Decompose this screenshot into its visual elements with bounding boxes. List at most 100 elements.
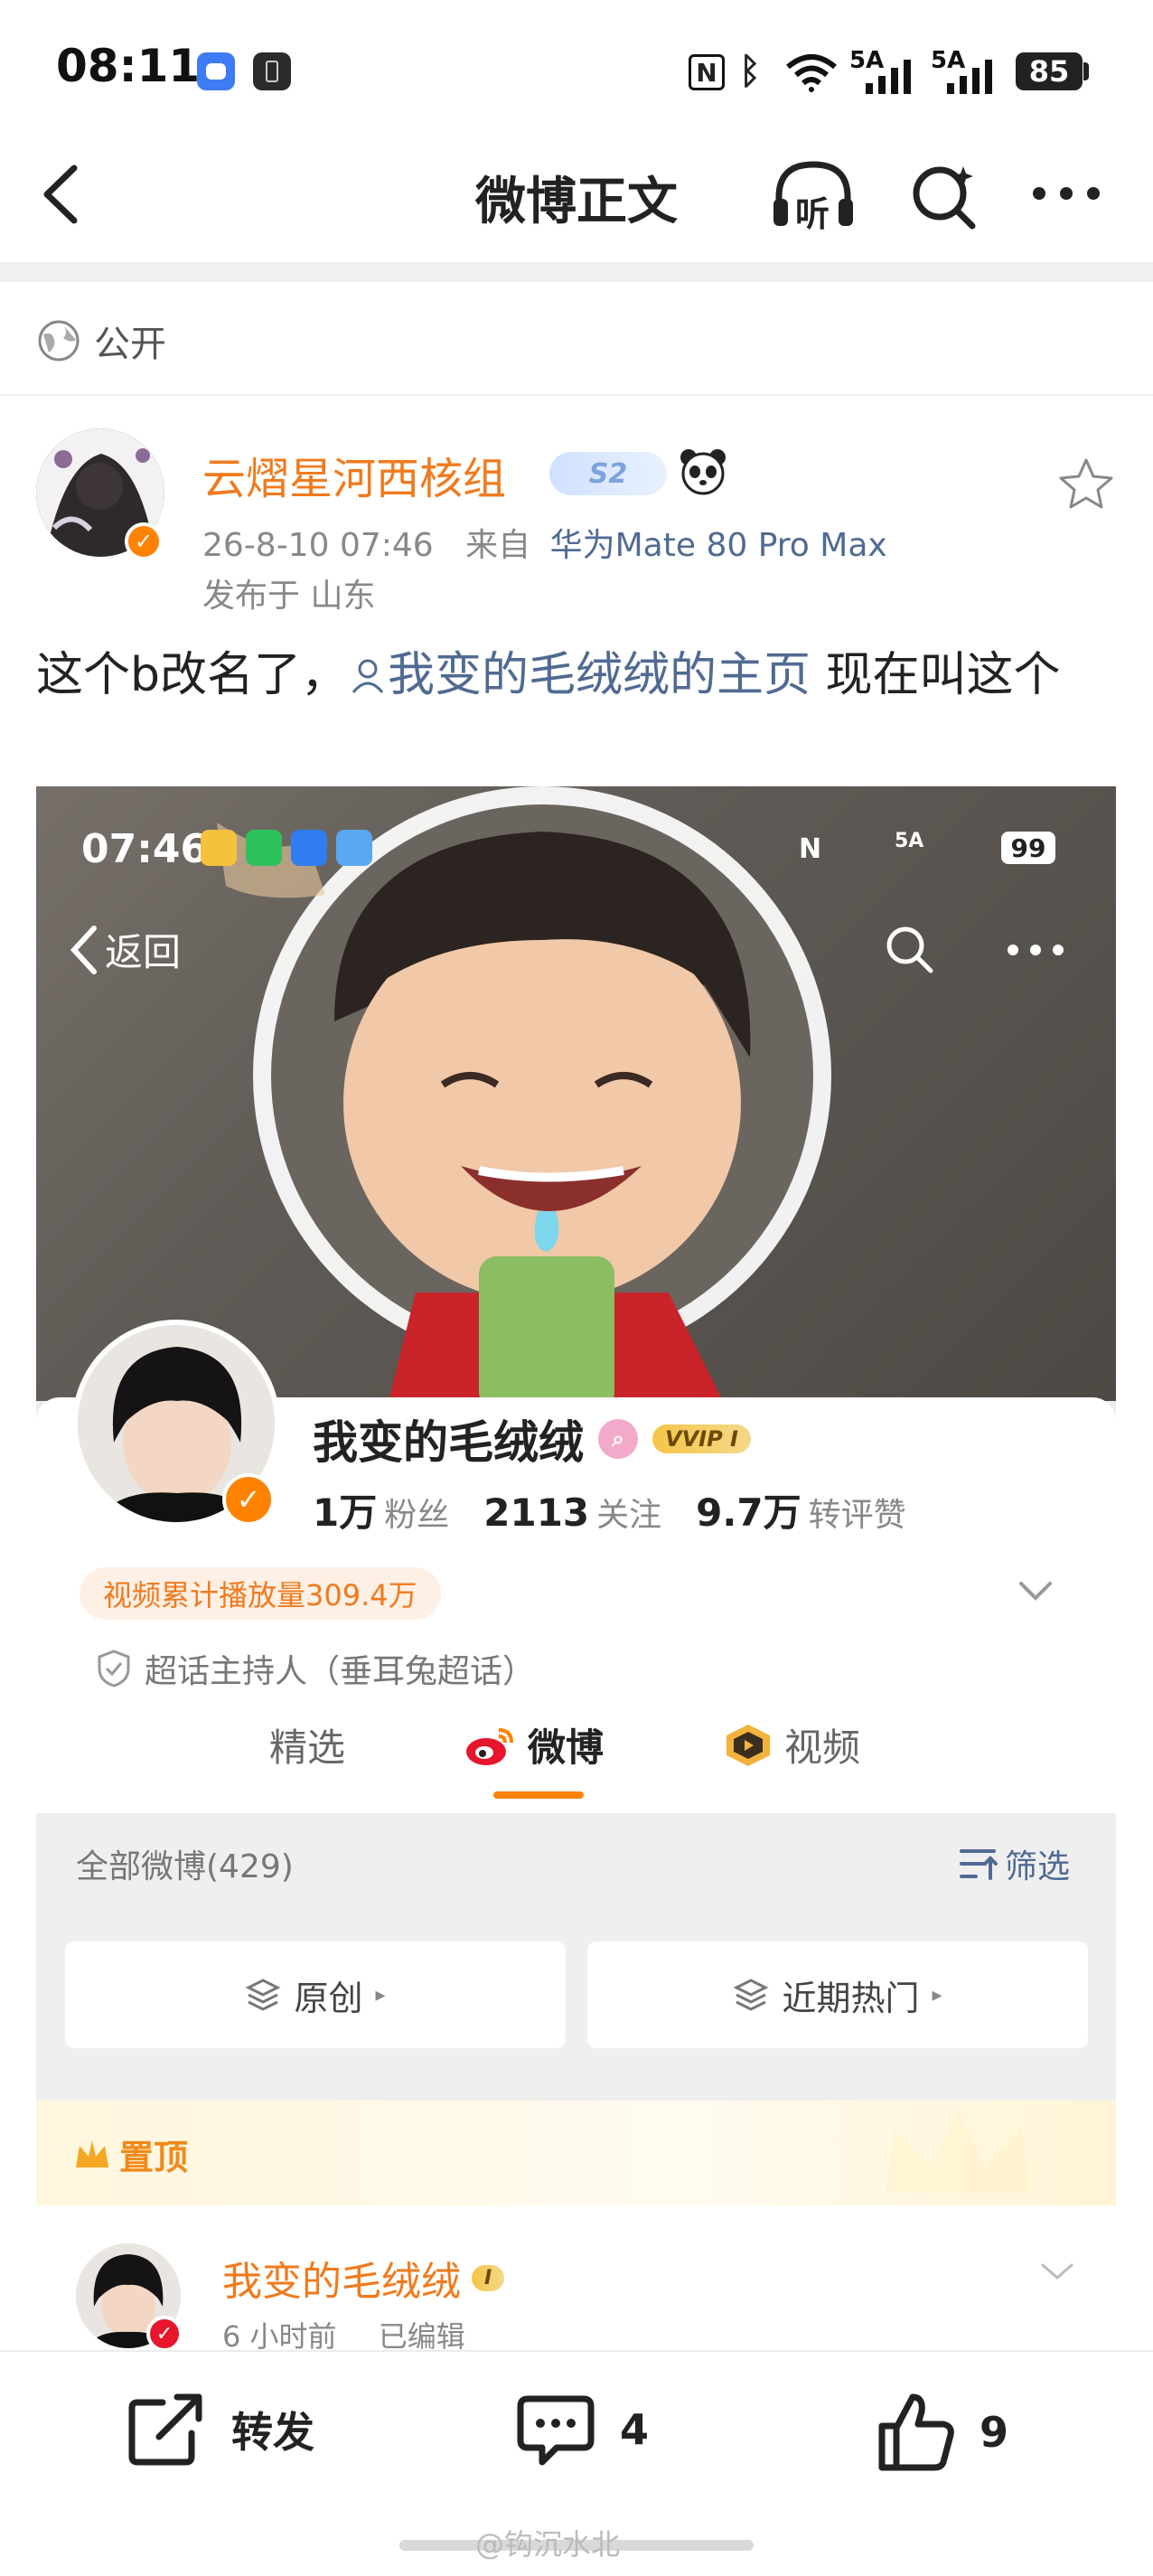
user-level-badge: S2 (549, 452, 667, 495)
stat-interactions[interactable]: 9.7万 转评赞 (696, 1482, 905, 1537)
post-source-prefix: 来自 (465, 527, 531, 564)
pinned-post[interactable] (36, 2205, 1116, 2350)
chip-original[interactable]: 原创 ▸ (65, 1941, 566, 2048)
pinned-post-author[interactable]: 我变的毛绒绒 (222, 2249, 461, 2307)
signal-icon-1 (866, 60, 911, 94)
profile-stats: 1万 粉丝 2113 关注 9.7万 转评赞 (313, 1482, 906, 1537)
chip-recent-hot-label: 近期热门 (782, 1978, 920, 2018)
like-count: 9 (980, 2408, 1009, 2457)
all-weibo-count: 全部微博(429) (76, 1848, 294, 1885)
pinned-post-edited: 已编辑 (378, 2319, 465, 2350)
embedded-screenshot[interactable]: 07:46 N 5A 99 返回 ✓ 我变的毛绒绒 ⌕ VVIP I 1万 粉丝 … (36, 786, 1116, 2350)
video-badge-icon (726, 1724, 770, 1766)
tab-video-label: 视频 (784, 1725, 861, 1770)
embedded-battery: 99 (1001, 832, 1055, 864)
thumbs-up-icon (878, 2393, 954, 2471)
repost-label: 转发 (231, 2408, 314, 2457)
host-line: 超话主持人（垂耳兔超话） (96, 1645, 535, 1692)
layers-icon (246, 1979, 281, 2011)
chip-caret-icon-2: ▸ (932, 1983, 942, 2007)
nav-divider (0, 262, 1153, 282)
weibo-app-icon (201, 830, 237, 866)
signal-icon-2 (947, 60, 992, 94)
listen-button[interactable]: 听 (770, 159, 857, 234)
pinned-post-vip-badge: I (472, 2264, 505, 2291)
listen-label: 听 (795, 194, 830, 234)
post-meta: 26-8-10 07:46 来自 华为Mate 80 Pro Max (202, 519, 887, 566)
tab-featured[interactable]: 精选 (269, 1717, 345, 1772)
map-app-icon (291, 830, 327, 866)
vvip-badge: VVIP I (652, 1424, 751, 1453)
chip-recent-hot[interactable]: 近期热门 ▸ (587, 1941, 1088, 2048)
verified-badge-icon: ✓ (125, 522, 163, 560)
battery-tip (1083, 62, 1089, 80)
crown-icon (76, 2139, 108, 2167)
post-text-before: 这个b改名了， (36, 648, 349, 702)
tab-weibo-label: 微博 (528, 1725, 605, 1770)
share-icon (128, 2393, 202, 2466)
embedded-back-button[interactable]: 返回 (69, 922, 181, 977)
magnifier-badge-icon: ⌕ (598, 1419, 638, 1459)
pinned-post-meta: 6 小时前 已编辑 (222, 2314, 465, 2350)
visibility-label: 公开 (94, 324, 166, 365)
stat-fans-value: 1万 (313, 1490, 378, 1535)
pinned-post-verified-icon: ✓ (146, 2316, 183, 2350)
layers-icon-2 (734, 1979, 769, 2011)
author-name[interactable]: 云熠星河西核组 (202, 443, 506, 506)
watermark-text: @钩沉水北 (475, 2527, 621, 2562)
weather-app-icon (336, 830, 372, 866)
stat-fans[interactable]: 1万 粉丝 (313, 1482, 449, 1537)
pinned-post-author-row: 我变的毛绒绒 I (222, 2249, 505, 2307)
weibo-logo-icon (466, 1727, 513, 1765)
profile-tabs: 精选 微博 视频 (36, 1717, 1116, 1781)
globe-icon (38, 320, 80, 362)
post-timestamp: 26-8-10 07:46 (202, 527, 434, 564)
filter-button[interactable]: 筛选 (958, 1840, 1070, 1887)
star-icon[interactable] (1057, 456, 1115, 511)
play-count-pill: 视频累计播放量309.4万 (80, 1567, 441, 1620)
bluetooth-icon: ᛒ (739, 51, 761, 92)
repost-button[interactable]: 转发 (127, 2392, 314, 2468)
chip-original-label: 原创 (294, 1978, 363, 2018)
mention-link[interactable]: 我变的毛绒绒的主页 (348, 648, 811, 702)
panda-icon (678, 447, 728, 497)
tab-video[interactable]: 视频 (723, 1717, 860, 1772)
chip-caret-icon: ▸ (375, 1983, 386, 2007)
tab-weibo[interactable]: 微博 (463, 1717, 604, 1772)
comment-button[interactable]: 4 (515, 2392, 649, 2468)
profile-name-row: 我变的毛绒绒 ⌕ VVIP I (313, 1406, 751, 1471)
stat-interactions-label: 转评赞 (808, 1497, 906, 1534)
notification-app-icon-2 (253, 52, 291, 90)
more-icon[interactable] (1030, 184, 1102, 202)
battery-indicator: 85 (1016, 52, 1083, 90)
embedded-back-label: 返回 (105, 930, 182, 974)
pinned-text: 置顶 (119, 2138, 189, 2177)
like-button[interactable]: 9 (875, 2392, 1008, 2473)
pinned-post-chevron-icon[interactable] (1039, 2261, 1075, 2283)
visibility-row: 公开 (36, 315, 166, 367)
stat-following-value: 2113 (483, 1490, 590, 1535)
status-time: 08:11 (56, 40, 201, 92)
embedded-search-icon[interactable] (882, 922, 936, 976)
section-divider (0, 394, 1153, 396)
profile-verified-icon: ✓ (222, 1473, 275, 1526)
wifi-icon (786, 54, 837, 92)
profile-name: 我变的毛绒绒 (313, 1416, 584, 1469)
filter-label: 筛选 (1005, 1848, 1071, 1885)
embedded-back-icon (70, 925, 97, 974)
embedded-status-network: 5A (895, 830, 924, 852)
crown-watermark-icon (886, 2111, 1030, 2193)
post-text-after: 现在叫这个 (811, 648, 1061, 702)
page-title: 微博正文 (475, 173, 678, 231)
wechat-app-icon (246, 830, 282, 866)
stat-interactions-value: 9.7万 (696, 1490, 801, 1535)
embedded-status-time: 07:46 (81, 826, 209, 872)
notification-app-icon (197, 52, 235, 90)
chevron-down-icon[interactable] (1017, 1580, 1054, 1603)
host-text: 超话主持人（垂耳兔超话） (145, 1653, 536, 1690)
post-device[interactable]: 华为Mate 80 Pro Max (550, 527, 887, 564)
user-icon (352, 659, 384, 693)
embedded-more-icon[interactable] (1007, 944, 1064, 956)
stat-following[interactable]: 2113 关注 (483, 1489, 661, 1536)
search-icon[interactable] (907, 159, 980, 231)
